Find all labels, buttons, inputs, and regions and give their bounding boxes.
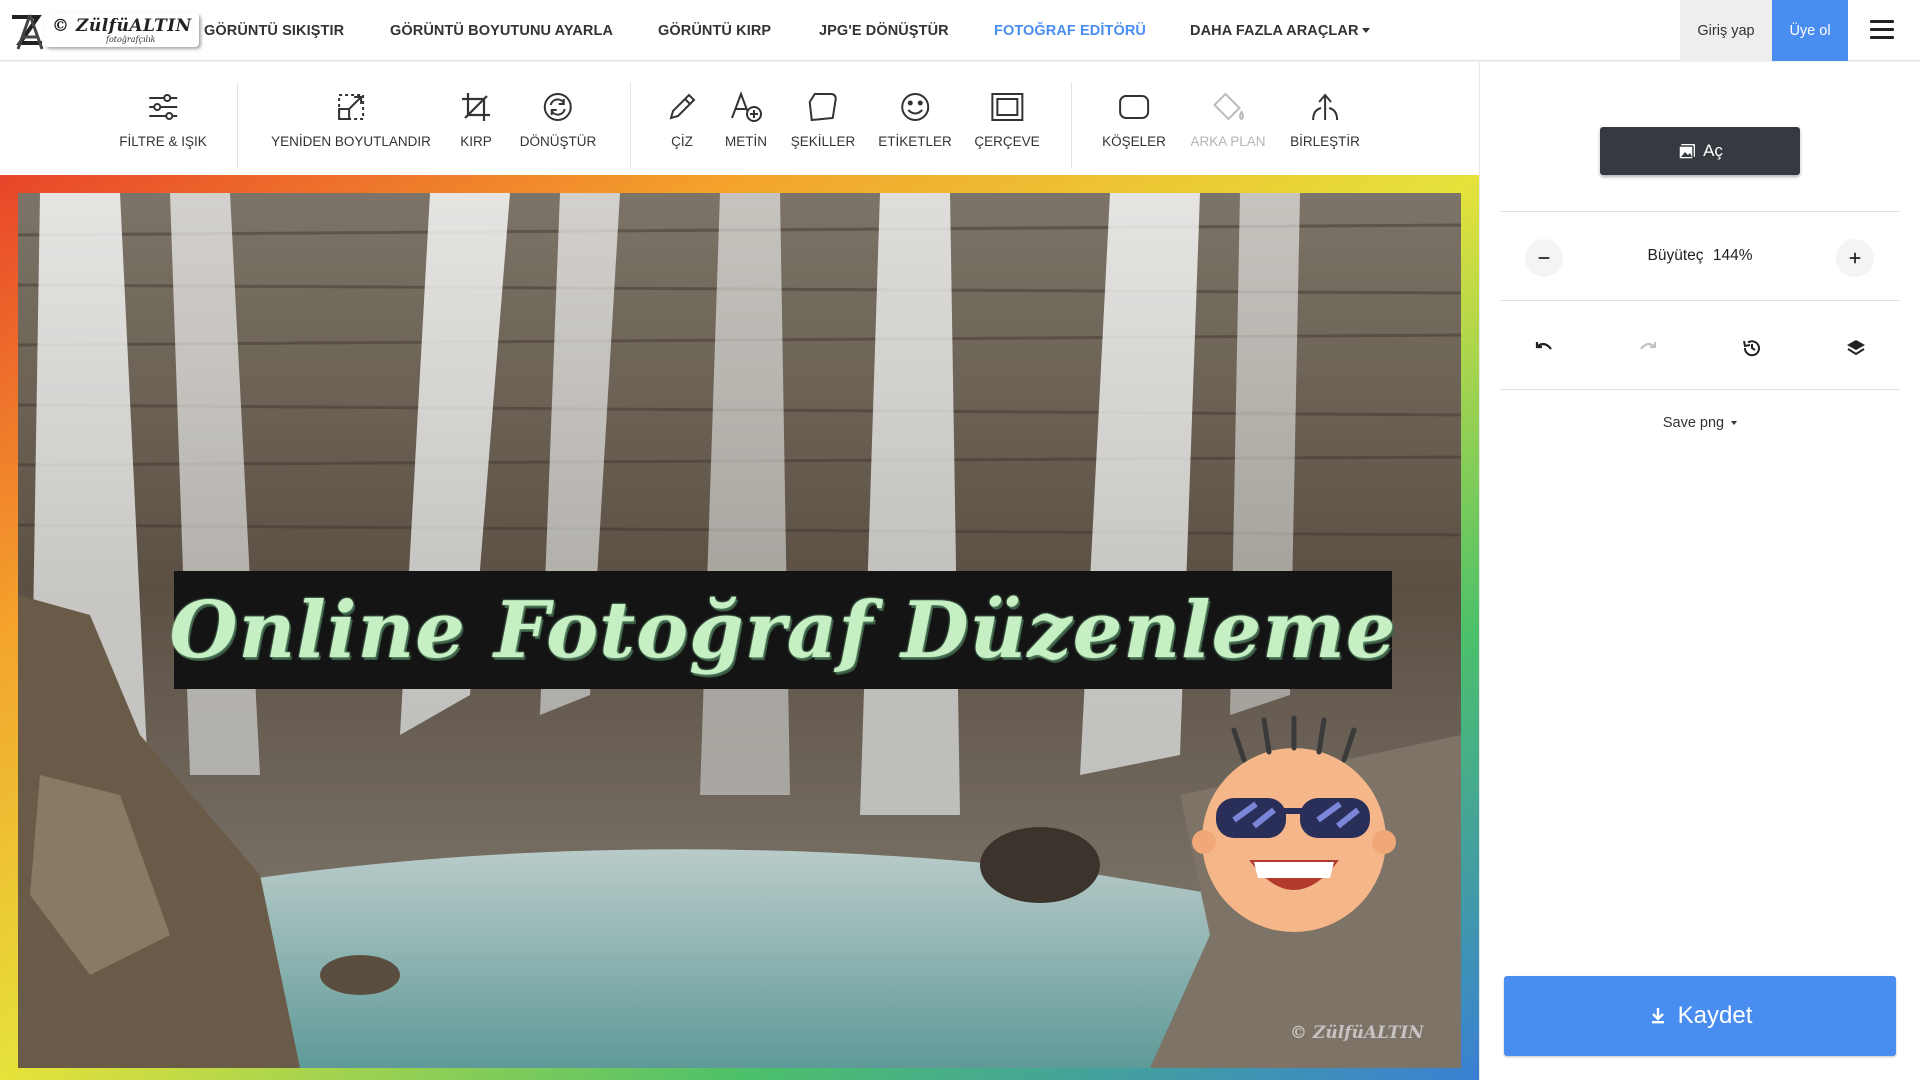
download-icon [1651, 1008, 1664, 1024]
tool-label: ÇİZ [671, 134, 693, 149]
nav-convert-to-jpg[interactable]: JPG'E DÖNÜŞTÜR [819, 0, 949, 61]
undo-button[interactable] [1525, 329, 1563, 367]
photo-watermark: © ZülfüALTIN [1290, 1023, 1424, 1043]
pencil-icon [669, 93, 696, 120]
minus-icon [1538, 257, 1550, 259]
open-image-button[interactable]: Aç [1600, 127, 1800, 175]
tool-label: ŞEKİLLER [790, 134, 856, 149]
zoom-in-button[interactable] [1836, 239, 1874, 277]
chevron-down-icon [1361, 28, 1370, 33]
tool-merge[interactable]: BİRLEŞTİR [1290, 90, 1360, 149]
logo-monogram-icon [12, 14, 44, 50]
editor-canvas[interactable]: Online Fotoğraf Düzenleme © ZülfüALTIN [0, 175, 1479, 1080]
zoom-readout: Büyüteç 144% [1645, 247, 1755, 265]
zoom-label-text: Büyüteç [1647, 247, 1704, 264]
nav-resize-image[interactable]: GÖRÜNTÜ BOYUTUNU AYARLA [390, 0, 613, 61]
tool-label: ÇERÇEVE [974, 134, 1040, 149]
history-icon [1743, 340, 1760, 357]
toolbar-divider [630, 82, 631, 168]
tool-filter-light[interactable]: FİLTRE & IŞIK [119, 90, 207, 149]
redo-icon [1640, 342, 1657, 350]
nav-compress-image[interactable]: GÖRÜNTÜ SIKIŞTIR [204, 0, 344, 61]
site-logo[interactable]: © ZülfüALTIN fotoğrafçılık [6, 7, 199, 53]
logo-text: © ZülfüALTIN [52, 16, 192, 36]
rounded-square-icon [1119, 95, 1149, 119]
zoom-value: 144% [1712, 247, 1753, 264]
tool-background[interactable]: ARKA PLAN [1190, 90, 1266, 149]
tool-corners[interactable]: KÖŞELER [1102, 90, 1166, 149]
crop-icon [462, 93, 490, 121]
frame-icon [990, 93, 1023, 121]
tool-label: ARKA PLAN [1190, 134, 1266, 149]
nav-more-tools-label: DAHA FAZLA ARAÇLAR [1190, 22, 1359, 39]
tool-label: BİRLEŞTİR [1290, 134, 1360, 149]
image-open-icon [1678, 144, 1696, 160]
tool-text[interactable]: METİN [725, 90, 767, 149]
tool-stickers[interactable]: ETİKETLER [878, 90, 952, 149]
chevron-down-icon [1731, 421, 1738, 426]
redo-button[interactable] [1629, 329, 1667, 367]
history-button[interactable] [1733, 329, 1771, 367]
top-navbar: © ZülfüALTIN fotoğrafçılık GÖRÜNTÜ SIKIŞ… [0, 0, 1920, 61]
open-button-label: Aç [1703, 141, 1723, 160]
resize-icon [338, 94, 364, 120]
tool-label: ETİKETLER [878, 134, 952, 149]
panel-divider [1500, 300, 1900, 301]
toolbar-divider [237, 82, 238, 168]
text-overlay-band[interactable]: Online Fotoğraf Düzenleme [170, 571, 1395, 689]
save-format-label: Save png [1662, 415, 1725, 431]
nav-more-tools[interactable]: DAHA FAZLA ARAÇLAR [1190, 0, 1370, 61]
sliders-icon [149, 94, 177, 120]
text-add-icon [731, 91, 762, 122]
layers-icon [1847, 340, 1865, 356]
signup-button[interactable]: Üye ol [1772, 0, 1848, 61]
hamburger-menu-icon[interactable] [1870, 20, 1894, 40]
save-button[interactable]: Kaydet [1504, 976, 1896, 1056]
tool-resize[interactable]: YENİDEN BOYUTLANDIR [271, 90, 431, 149]
tool-label: YENİDEN BOYUTLANDIR [271, 134, 431, 149]
tool-draw[interactable]: ÇİZ [665, 90, 699, 149]
panel-divider [1500, 389, 1900, 390]
save-button-label: Kaydet [1677, 1002, 1753, 1029]
overlay-title-text[interactable]: Online Fotoğraf Düzenleme [170, 585, 1397, 676]
right-side-panel [1479, 62, 1920, 1080]
undo-icon [1535, 342, 1552, 350]
login-button[interactable]: Giriş yap [1680, 0, 1772, 61]
tool-crop[interactable]: KIRP [459, 90, 493, 149]
save-format-dropdown[interactable]: Save png [1640, 415, 1760, 431]
merge-icon [1312, 93, 1338, 121]
layers-button[interactable] [1837, 329, 1875, 367]
tool-frame[interactable]: ÇERÇEVE [974, 90, 1040, 149]
plus-icon [1849, 252, 1861, 264]
tool-label: DÖNÜŞTÜR [519, 134, 597, 149]
tool-label: KÖŞELER [1102, 134, 1166, 149]
tool-label: FİLTRE & IŞIK [119, 134, 207, 149]
panel-divider [1500, 211, 1900, 212]
tool-label: METİN [725, 134, 767, 149]
rotate-icon [544, 93, 572, 121]
nav-photo-editor[interactable]: FOTOĞRAF EDİTÖRÜ [994, 0, 1146, 61]
paint-bucket-icon [1212, 92, 1244, 121]
smiley-icon [901, 93, 929, 121]
zoom-out-button[interactable] [1525, 239, 1563, 277]
tool-transform[interactable]: DÖNÜŞTÜR [519, 90, 597, 149]
tool-label: KIRP [460, 134, 492, 149]
shape-icon [808, 93, 837, 122]
logo-subtext: fotoğrafçılık [106, 35, 156, 44]
nav-crop-image[interactable]: GÖRÜNTÜ KIRP [658, 0, 771, 61]
toolbar-divider [1071, 82, 1072, 168]
tool-shapes[interactable]: ŞEKİLLER [790, 90, 856, 149]
